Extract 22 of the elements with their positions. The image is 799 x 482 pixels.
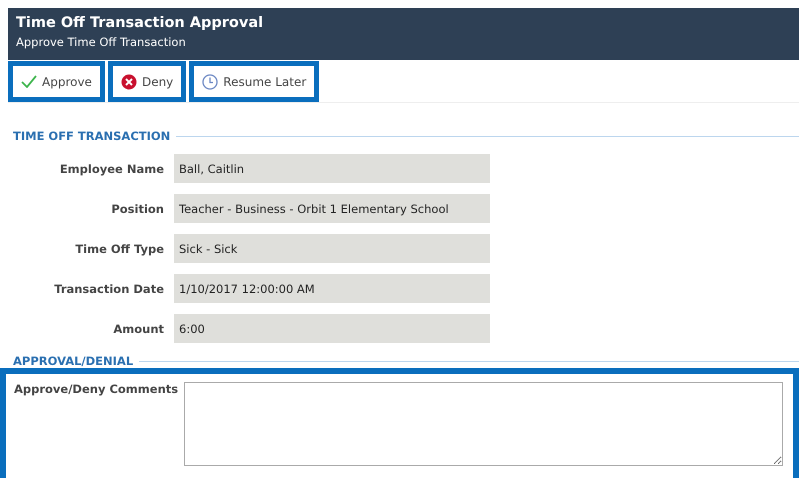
field-label: Amount [112, 322, 165, 336]
checkmark-icon [21, 75, 37, 88]
field-label: Position [110, 202, 165, 216]
comments-field[interactable] [184, 382, 783, 466]
cancel-icon [120, 74, 137, 90]
readonly-field: Sick - Sick [174, 234, 490, 263]
section-heading: TIME OFF TRANSACTION [13, 129, 170, 143]
field-label: Time Off Type [74, 242, 165, 256]
page-subtitle: Approve Time Off Transaction [16, 35, 186, 49]
readonly-field: Ball, Caitlin [174, 154, 490, 183]
field-label: Employee Name [58, 162, 165, 176]
resume-later-button[interactable]: Resume Later [189, 61, 320, 102]
field-label: Approve/Deny Comments [14, 382, 180, 398]
field-label: Transaction Date [53, 282, 165, 296]
deny-button[interactable]: Deny [108, 61, 186, 102]
section-heading: APPROVAL/DENIAL [13, 354, 134, 368]
readonly-field: 6:00 [174, 314, 490, 343]
page-title: Time Off Transaction Approval [16, 15, 264, 31]
approve-button[interactable]: Approve [8, 61, 105, 102]
clock-icon [202, 74, 218, 90]
readonly-field: Teacher - Business - Orbit 1 Elementary School [174, 194, 490, 223]
readonly-field: 1/10/2017 12:00:00 AM [174, 274, 490, 303]
